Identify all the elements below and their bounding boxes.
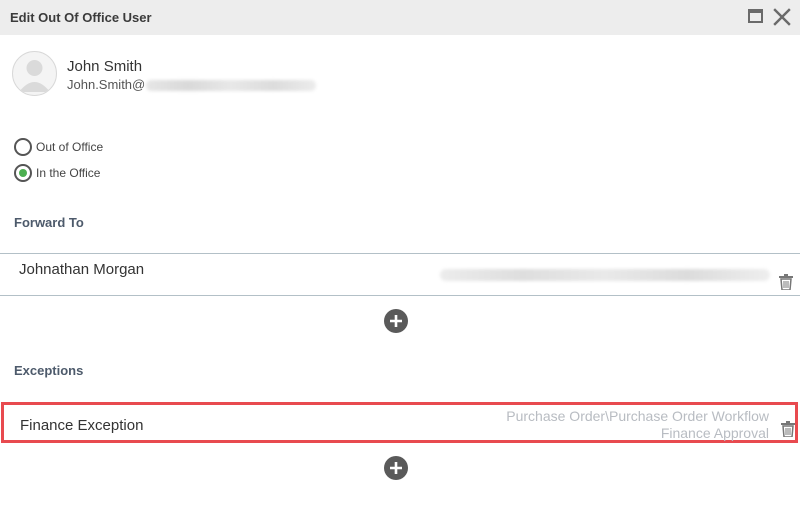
radio-in-the-office[interactable]: In the Office	[14, 164, 100, 182]
trash-icon[interactable]	[779, 274, 793, 290]
dialog-titlebar: Edit Out Of Office User	[0, 0, 800, 35]
email-redacted	[146, 80, 316, 91]
close-icon[interactable]	[772, 7, 792, 27]
radio-out-of-office[interactable]: Out of Office	[14, 138, 103, 156]
avatar	[12, 51, 57, 96]
forward-email-redacted	[440, 269, 770, 281]
radio-label: Out of Office	[36, 140, 104, 154]
exception-workflow-path: Purchase Order\Purchase Order Workflow	[506, 408, 769, 424]
forward-entry-row[interactable]: Johnathan Morgan	[0, 253, 800, 296]
avatar-icon	[19, 60, 50, 92]
radio-button-selected[interactable]	[14, 164, 32, 182]
forward-user-name: Johnathan Morgan	[19, 261, 145, 278]
maximize-icon[interactable]	[748, 9, 763, 23]
add-forward-button[interactable]	[384, 309, 408, 333]
exception-name: Finance Exception	[20, 417, 144, 434]
user-name: John Smith	[67, 58, 143, 75]
radio-label: In the Office	[36, 166, 101, 180]
exception-workflow-step: Finance Approval	[660, 425, 769, 441]
user-email: John.Smith@	[67, 77, 146, 92]
exception-entry-row[interactable]: Finance Exception Purchase Order\Purchas…	[1, 402, 798, 443]
radio-button[interactable]	[14, 138, 32, 156]
forward-to-heading: Forward To	[14, 215, 84, 230]
add-exception-button[interactable]	[384, 456, 408, 480]
exceptions-heading: Exceptions	[14, 363, 84, 378]
trash-icon[interactable]	[781, 421, 795, 437]
dialog-title: Edit Out Of Office User	[10, 10, 152, 25]
